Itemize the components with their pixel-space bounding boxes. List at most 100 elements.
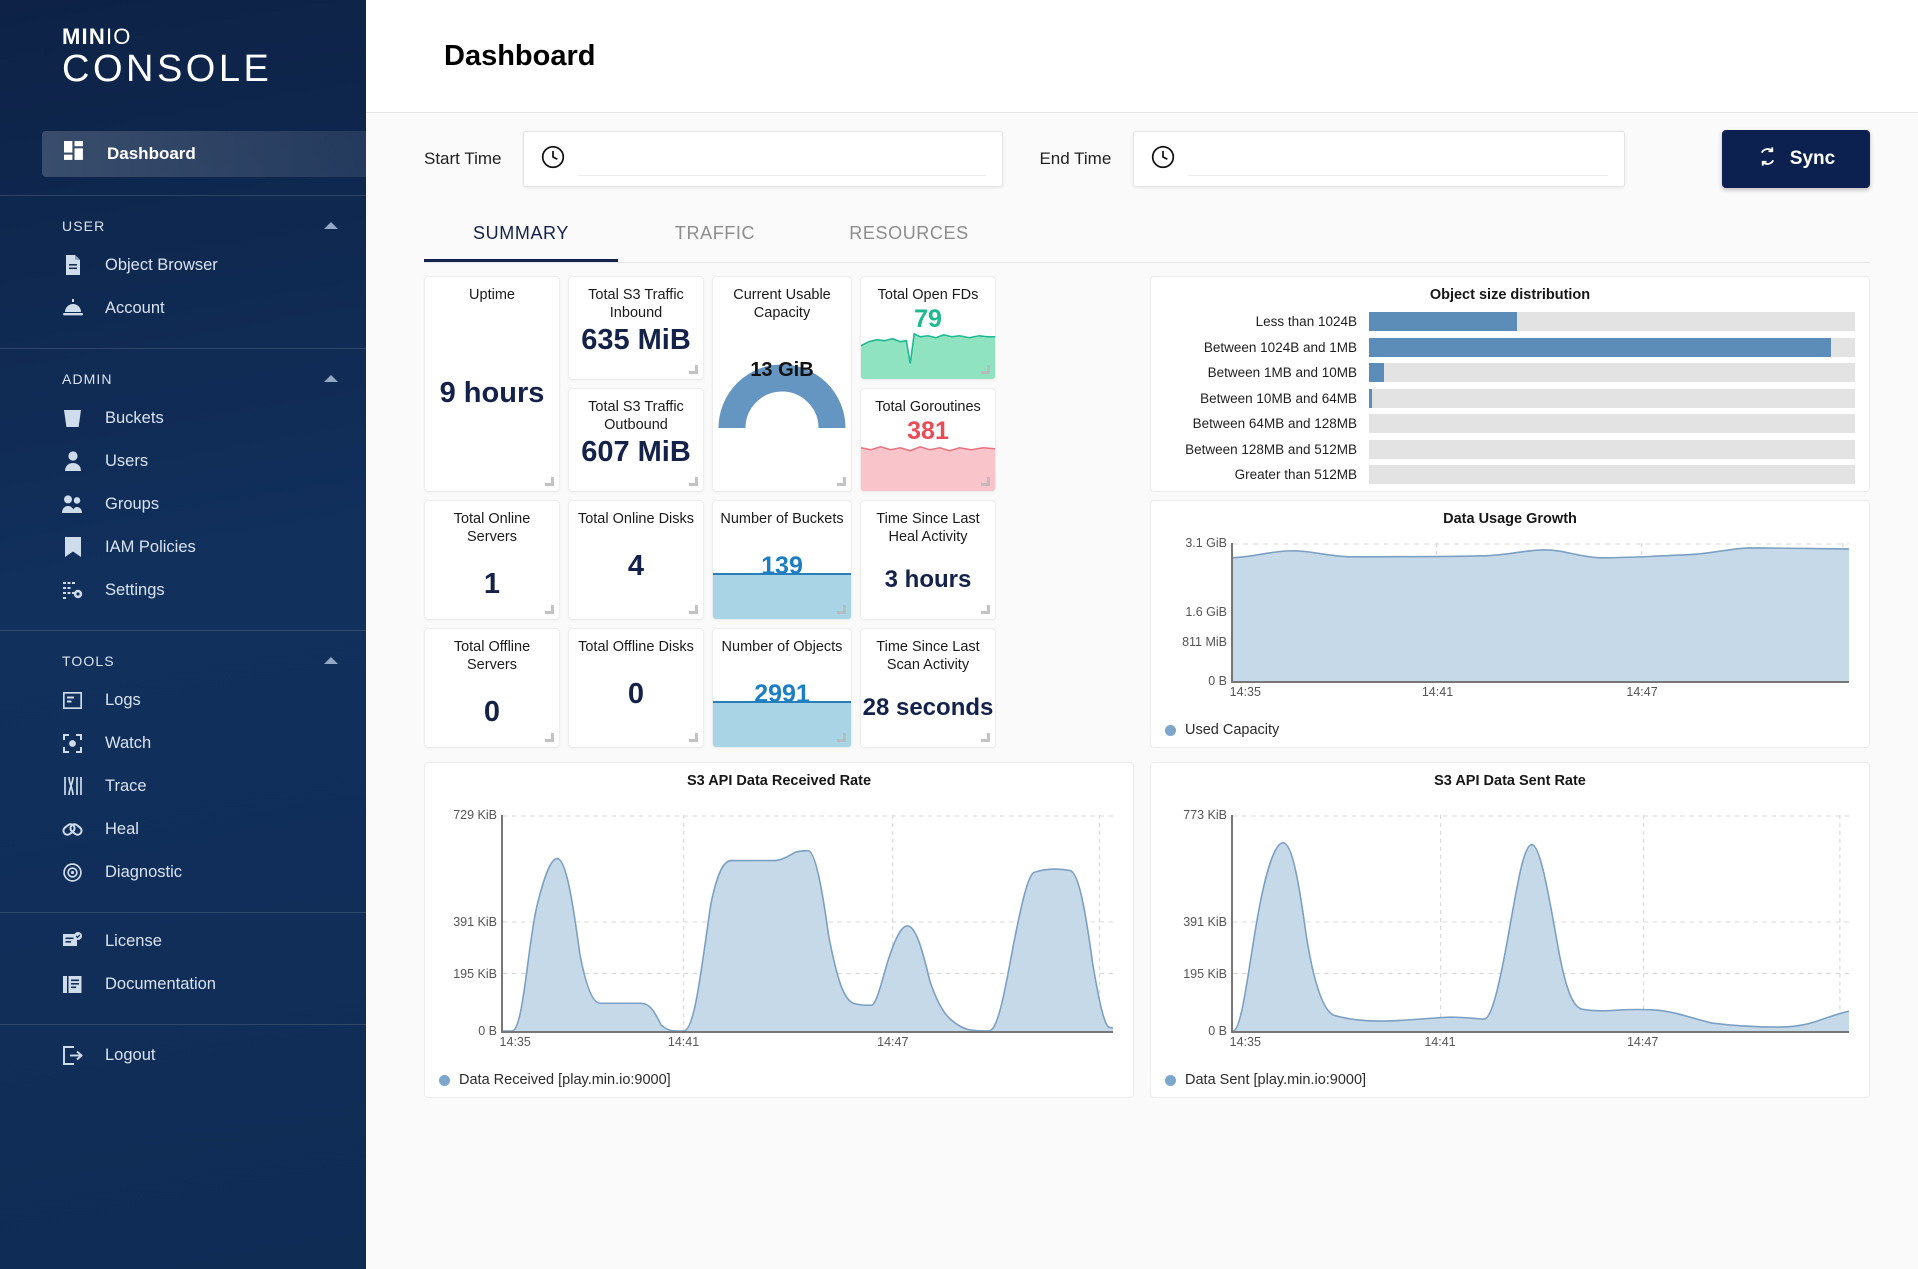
chart-s3-data-received-rate-plot: 729 KiB 391 KiB 195 KiB 0 B 14:35 14:41 … <box>501 815 1113 1033</box>
sidebar-item-license-label: License <box>105 932 162 951</box>
card-offline-disks[interactable]: Total Offline Disks 0 <box>568 628 704 748</box>
card-goroutines-title: Total Goroutines <box>861 389 995 416</box>
chevron-up-icon[interactable] <box>324 222 338 229</box>
documentation-icon <box>62 974 83 995</box>
dist-row-track <box>1369 312 1855 331</box>
sidebar-item-diagnostic[interactable]: Diagnostic <box>0 851 366 894</box>
start-time-input[interactable] <box>523 131 1003 187</box>
chart-s3-data-sent-rate-legend: Data Sent [play.min.io:9000] <box>1151 1063 1869 1088</box>
card-online-disks-title: Total Online Disks <box>569 501 703 528</box>
chart-s3-data-received-rate[interactable]: S3 API Data Received Rate 729 KiB <box>424 762 1134 1098</box>
card-online-servers-title: Total Online Servers <box>425 501 559 546</box>
card-number-of-buckets[interactable]: Number of Buckets 139 <box>712 500 852 620</box>
sync-button[interactable]: Sync <box>1722 130 1870 188</box>
clock-icon <box>1150 144 1176 175</box>
logout-icon <box>62 1045 83 1066</box>
resize-handle-icon[interactable] <box>981 733 990 742</box>
dist-row: Between 128MB and 512MB <box>1151 437 1855 463</box>
resize-handle-icon[interactable] <box>981 365 990 374</box>
dashboard-content: Start Time End Time <box>366 113 1918 1269</box>
tab-summary[interactable]: SUMMARY <box>424 205 618 262</box>
card-open-fds-value: 79 <box>861 305 995 334</box>
x-tick-label: 14:35 <box>1230 681 1261 699</box>
sidebar-item-logout[interactable]: Logout <box>0 1025 366 1077</box>
resize-handle-icon[interactable] <box>545 733 554 742</box>
end-time-input[interactable] <box>1133 131 1625 187</box>
chart-data-usage-growth-title: Data Usage Growth <box>1151 501 1869 527</box>
resize-handle-icon[interactable] <box>545 477 554 486</box>
chevron-up-icon[interactable] <box>324 375 338 382</box>
card-goroutines[interactable]: Total Goroutines 381 <box>860 388 996 492</box>
card-s3-inbound-value: 635 MiB <box>569 324 703 357</box>
card-last-scan-activity[interactable]: Time Since Last Scan Activity 28 seconds <box>860 628 996 748</box>
sidebar-section-tools-label: TOOLS <box>62 653 115 669</box>
card-offline-servers-title: Total Offline Servers <box>425 629 559 674</box>
x-tick-label: 14:41 <box>1424 1031 1455 1049</box>
brand-logo: MINIO CONSOLE <box>0 0 366 113</box>
chart-s3-data-sent-rate[interactable]: S3 API Data Sent Rate 773 KiB <box>1150 762 1870 1098</box>
sidebar-item-logs[interactable]: Logs <box>0 679 366 722</box>
card-uptime-value: 9 hours <box>425 377 559 418</box>
sidebar-item-groups[interactable]: Groups <box>0 483 366 526</box>
y-tick-label: 391 KiB <box>1183 915 1233 929</box>
card-s3-inbound-title: Total S3 Traffic Inbound <box>569 277 703 322</box>
card-online-disks-value: 4 <box>569 550 703 583</box>
card-s3-outbound-title: Total S3 Traffic Outbound <box>569 389 703 434</box>
card-online-disks[interactable]: Total Online Disks 4 <box>568 500 704 620</box>
card-offline-servers[interactable]: Total Offline Servers 0 <box>424 628 560 748</box>
sidebar-item-logs-label: Logs <box>105 691 141 710</box>
sidebar-section-admin[interactable]: ADMIN <box>0 349 366 397</box>
chart-data-usage-growth-legend: Used Capacity <box>1151 713 1869 738</box>
resize-handle-icon[interactable] <box>689 733 698 742</box>
card-usable-capacity-title: Current Usable Capacity <box>713 277 851 322</box>
tab-traffic[interactable]: TRAFFIC <box>618 205 812 262</box>
chart-data-usage-growth[interactable]: Data Usage Growth 3.1 GiB <box>1150 500 1870 748</box>
resize-handle-icon[interactable] <box>981 477 990 486</box>
sidebar-item-account[interactable]: Account <box>0 287 366 330</box>
resize-handle-icon[interactable] <box>837 733 846 742</box>
resize-handle-icon[interactable] <box>689 605 698 614</box>
start-time-underline <box>578 175 986 176</box>
y-tick-label: 811 MiB <box>1182 635 1233 649</box>
sidebar-item-watch[interactable]: Watch <box>0 722 366 765</box>
sidebar-item-buckets[interactable]: Buckets <box>0 397 366 440</box>
resize-handle-icon[interactable] <box>545 605 554 614</box>
sidebar-item-trace[interactable]: Trace <box>0 765 366 808</box>
sidebar-item-dashboard[interactable]: Dashboard <box>42 131 366 177</box>
chart-object-size-distribution[interactable]: Object size distribution Less than 1024B… <box>1150 276 1870 492</box>
resize-handle-icon[interactable] <box>837 477 846 486</box>
resize-handle-icon[interactable] <box>689 365 698 374</box>
sidebar-section-user[interactable]: USER <box>0 196 366 244</box>
trace-icon <box>62 776 83 797</box>
card-number-of-buckets-value: 139 <box>713 552 851 581</box>
card-usable-capacity[interactable]: Current Usable Capacity 13 GiB <box>712 276 852 492</box>
resize-handle-icon[interactable] <box>981 605 990 614</box>
sidebar-item-object-browser[interactable]: Object Browser <box>0 244 366 287</box>
card-open-fds[interactable]: Total Open FDs 79 <box>860 276 996 380</box>
card-goroutines-value: 381 <box>861 417 995 446</box>
sync-icon <box>1757 146 1778 173</box>
resize-handle-icon[interactable] <box>837 605 846 614</box>
card-number-of-objects[interactable]: Number of Objects 2991 <box>712 628 852 748</box>
y-tick-label: 729 KiB <box>453 808 503 822</box>
card-number-of-objects-title: Number of Objects <box>713 629 851 656</box>
groups-icon <box>62 494 83 515</box>
chevron-up-icon[interactable] <box>324 657 338 664</box>
sidebar-item-documentation[interactable]: Documentation <box>0 963 366 1006</box>
sidebar-item-iam-policies[interactable]: IAM Policies <box>0 526 366 569</box>
resize-handle-icon[interactable] <box>689 477 698 486</box>
card-s3-inbound[interactable]: Total S3 Traffic Inbound 635 MiB <box>568 276 704 380</box>
tab-resources[interactable]: RESOURCES <box>812 205 1006 262</box>
sidebar-item-license[interactable]: License <box>0 913 366 963</box>
card-uptime[interactable]: Uptime 9 hours <box>424 276 560 492</box>
sidebar-section-tools[interactable]: TOOLS <box>0 631 366 679</box>
sidebar-item-heal[interactable]: Heal <box>0 808 366 851</box>
sidebar-item-trace-label: Trace <box>105 777 147 796</box>
card-last-heal-activity[interactable]: Time Since Last Heal Activity 3 hours <box>860 500 996 620</box>
card-online-servers[interactable]: Total Online Servers 1 <box>424 500 560 620</box>
sidebar-item-settings[interactable]: Settings <box>0 569 366 612</box>
card-s3-outbound[interactable]: Total S3 Traffic Outbound 607 MiB <box>568 388 704 492</box>
main-area: Dashboard Start Time End Time <box>366 0 1918 1269</box>
sidebar-item-dashboard-label: Dashboard <box>107 144 196 164</box>
sidebar-item-users[interactable]: Users <box>0 440 366 483</box>
